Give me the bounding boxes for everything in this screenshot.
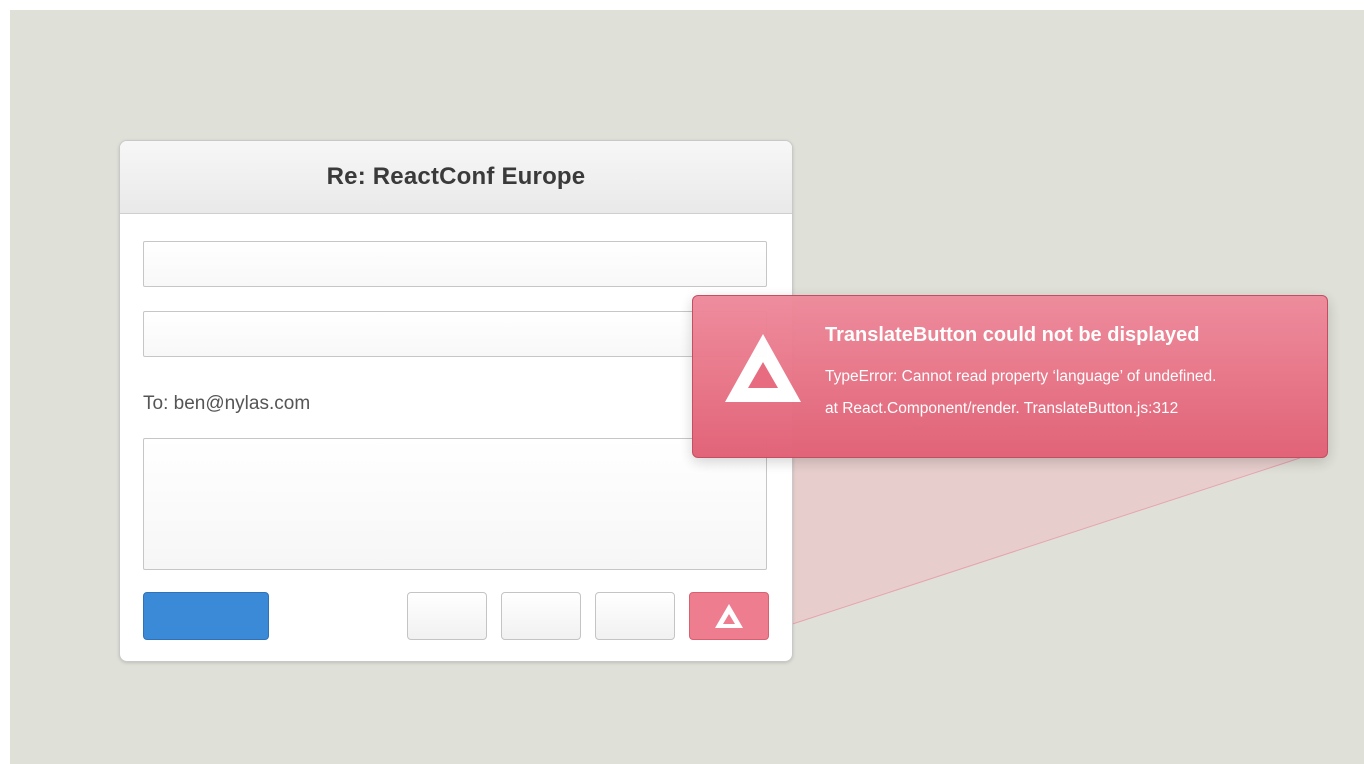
- warning-triangle-icon: [725, 334, 801, 402]
- translate-button-error[interactable]: [689, 592, 769, 640]
- cc-field[interactable]: [143, 311, 767, 357]
- to-recipient-label: To: ben@nylas.com: [143, 393, 311, 414]
- subject-field[interactable]: [143, 241, 767, 287]
- error-message: TypeError: Cannot read property ‘languag…: [825, 368, 1217, 385]
- error-stack-trace: at React.Component/render. TranslateButt…: [825, 400, 1179, 417]
- error-title: TranslateButton could not be displayed: [825, 324, 1200, 346]
- toolbar-button-1[interactable]: [407, 592, 487, 640]
- warning-triangle-icon: [715, 604, 743, 628]
- send-button[interactable]: [143, 592, 269, 640]
- toolbar-button-2[interactable]: [501, 592, 581, 640]
- composer-title: Re: ReactConf Europe: [326, 163, 586, 190]
- toolbar-button-3[interactable]: [595, 592, 675, 640]
- composer-header: Re: ReactConf Europe: [120, 141, 792, 214]
- error-popover: TranslateButton could not be displayed T…: [692, 295, 1328, 458]
- message-body-textarea[interactable]: [143, 438, 767, 570]
